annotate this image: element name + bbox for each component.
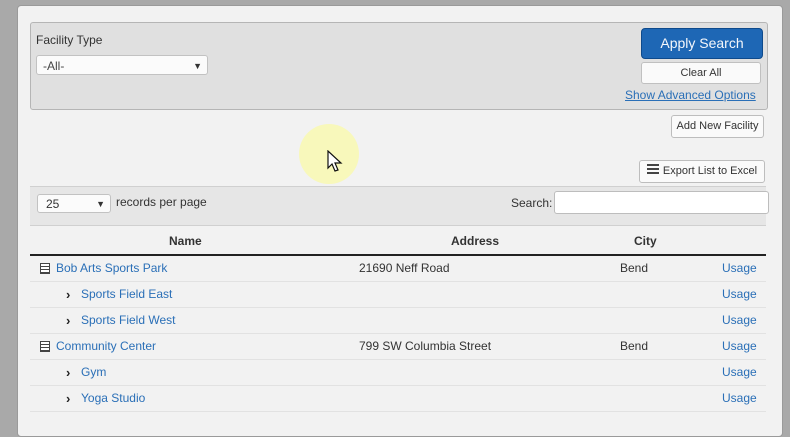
clear-all-button[interactable]: Clear All	[641, 62, 761, 84]
usage-link[interactable]: Usage	[722, 313, 757, 327]
chevron-right-icon[interactable]: ›	[66, 313, 70, 328]
facility-name-link[interactable]: Sports Field East	[81, 287, 172, 301]
table-search-label: Search:	[511, 196, 553, 210]
column-header-name[interactable]: Name	[169, 234, 202, 248]
usage-link[interactable]: Usage	[722, 365, 757, 379]
usage-link[interactable]: Usage	[722, 339, 757, 353]
caret-down-icon: ▼	[96, 199, 105, 209]
records-per-page-value: 25	[46, 197, 60, 211]
records-per-page-select[interactable]: 25 ▼	[37, 194, 111, 213]
export-list-button[interactable]: Export List to Excel	[639, 160, 765, 183]
table-row: › Sports Field East Usage	[30, 281, 766, 308]
table-row: › Sports Field West Usage	[30, 307, 766, 334]
facility-address: 799 SW Columbia Street	[359, 339, 492, 353]
table-row: Bob Arts Sports Park 21690 Neff Road Ben…	[30, 255, 766, 282]
export-label: Export List to Excel	[662, 165, 758, 177]
table-header: Name Address City	[30, 232, 766, 256]
column-header-address[interactable]: Address	[451, 234, 499, 248]
table-row: › Gym Usage	[30, 359, 766, 386]
show-advanced-options-link[interactable]: Show Advanced Options	[625, 88, 756, 102]
facility-name-link[interactable]: Gym	[81, 365, 106, 379]
caret-down-icon: ▼	[193, 61, 202, 71]
list-icon	[646, 164, 659, 175]
facility-city: Bend	[620, 261, 649, 275]
search-filter-box: Facility Type -All- ▼ Apply Search Clear…	[30, 22, 768, 110]
facility-name-link[interactable]: Community Center	[56, 339, 156, 353]
column-header-city[interactable]: City	[634, 234, 657, 248]
facility-name-link[interactable]: Bob Arts Sports Park	[56, 261, 167, 275]
add-new-facility-button[interactable]: Add New Facility	[671, 115, 764, 138]
chevron-right-icon[interactable]: ›	[66, 287, 70, 302]
apply-search-button[interactable]: Apply Search	[641, 28, 763, 59]
facility-city: Bend	[620, 339, 649, 353]
list-controls-bar: 25 ▼ records per page Search:	[30, 186, 769, 226]
table-row: › Yoga Studio Usage	[30, 385, 766, 412]
mouse-cursor-icon	[327, 150, 343, 172]
facility-address: 21690 Neff Road	[359, 261, 450, 275]
facility-name-link[interactable]: Sports Field West	[81, 313, 175, 327]
chevron-right-icon[interactable]: ›	[66, 391, 70, 406]
facility-type-value: -All-	[43, 59, 65, 73]
document-icon	[40, 341, 50, 352]
usage-link[interactable]: Usage	[722, 391, 757, 405]
chevron-right-icon[interactable]: ›	[66, 365, 70, 380]
facility-panel: Facility Type -All- ▼ Apply Search Clear…	[17, 5, 783, 437]
facility-type-select[interactable]: -All- ▼	[36, 55, 208, 75]
facility-type-label: Facility Type	[36, 33, 103, 47]
usage-link[interactable]: Usage	[722, 261, 757, 275]
records-per-page-label: records per page	[116, 195, 207, 209]
facility-name-link[interactable]: Yoga Studio	[81, 391, 145, 405]
table-search-input[interactable]	[554, 191, 769, 214]
document-icon	[40, 263, 50, 274]
table-row: Community Center 799 SW Columbia Street …	[30, 333, 766, 360]
usage-link[interactable]: Usage	[722, 287, 757, 301]
